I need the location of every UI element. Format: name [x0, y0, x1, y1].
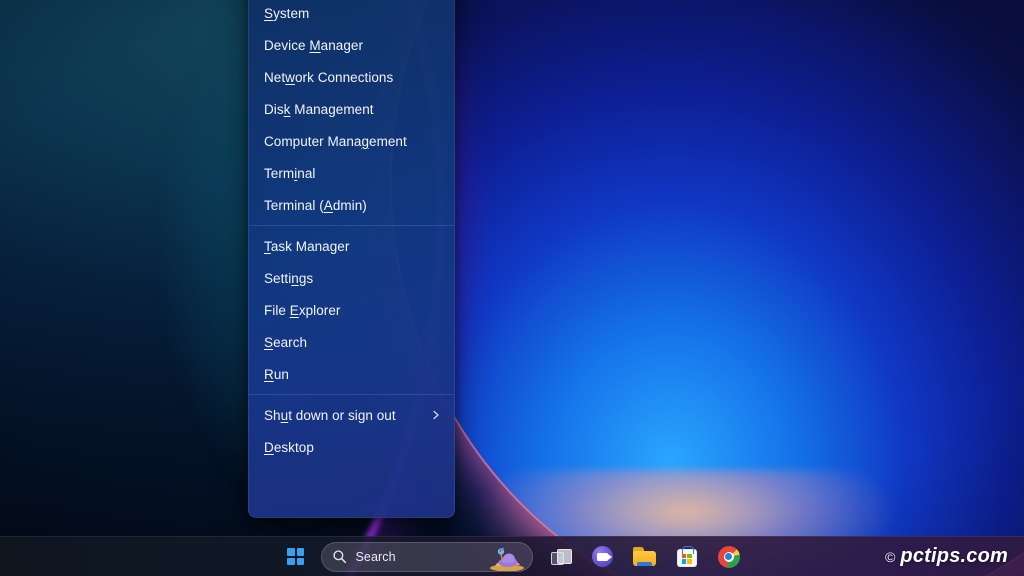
wallpaper-magenta-field: [420, 0, 1024, 576]
menu-item-label: Terminal (Admin): [264, 198, 442, 213]
menu-item-label: Disk Management: [264, 102, 442, 117]
start-button[interactable]: [275, 539, 317, 575]
menu-item-label: Device Manager: [264, 38, 442, 53]
menu-item-task-manager[interactable]: Task Manager: [249, 230, 454, 262]
menu-item-shut-down-or-sign-out[interactable]: Shut down or sign out: [249, 399, 454, 431]
desktop[interactable]: Power OptionsEvent ViewerSystemDevice Ma…: [0, 0, 1024, 576]
menu-item-terminal-admin[interactable]: Terminal (Admin): [249, 189, 454, 221]
menu-item-label: Computer Management: [264, 134, 442, 149]
menu-item-label: Task Manager: [264, 239, 442, 254]
menu-item-run[interactable]: Run: [249, 358, 454, 390]
menu-item-file-explorer[interactable]: File Explorer: [249, 294, 454, 326]
menu-separator: [249, 225, 454, 226]
menu-item-desktop[interactable]: Desktop: [249, 431, 454, 463]
winx-quick-link-menu[interactable]: Power OptionsEvent ViewerSystemDevice Ma…: [248, 0, 455, 518]
menu-item-label: Run: [264, 367, 442, 382]
teams-chat-icon: [592, 546, 613, 567]
wallpaper-blue-bloom-ellipse: [392, 0, 1024, 576]
copyright-symbol: ©: [885, 549, 896, 565]
windows-logo-icon: [287, 548, 304, 565]
menu-item-label: Network Connections: [264, 70, 442, 85]
file-explorer-icon: [633, 547, 656, 566]
menu-item-disk-management[interactable]: Disk Management: [249, 93, 454, 125]
taskbar-button-chrome[interactable]: [708, 539, 750, 575]
menu-item-label: Terminal: [264, 166, 442, 181]
watermark: © pctips.com: [885, 545, 1008, 568]
bing-wallpaper-art-icon: [484, 542, 528, 571]
watermark-text: pctips.com: [900, 545, 1008, 568]
search-input[interactable]: Search: [321, 542, 533, 572]
task-view-icon: [551, 549, 571, 565]
menu-separator: [249, 394, 454, 395]
menu-item-device-manager[interactable]: Device Manager: [249, 29, 454, 61]
menu-item-label: File Explorer: [264, 303, 442, 318]
microsoft-store-icon: [677, 546, 697, 567]
menu-item-terminal[interactable]: Terminal: [249, 157, 454, 189]
menu-item-search[interactable]: Search: [249, 326, 454, 358]
taskbar-button-file-explorer[interactable]: [624, 539, 666, 575]
menu-item-network-connections[interactable]: Network Connections: [249, 61, 454, 93]
taskbar-button-task-view[interactable]: [540, 539, 582, 575]
menu-item-label: Shut down or sign out: [264, 408, 422, 423]
search-icon: [332, 549, 347, 564]
menu-item-system[interactable]: System: [249, 0, 454, 29]
wallpaper-base-layer: [0, 0, 1024, 576]
menu-item-label: Settings: [264, 271, 442, 286]
menu-item-label: System: [264, 6, 442, 21]
menu-item-settings[interactable]: Settings: [249, 262, 454, 294]
chrome-icon: [718, 546, 740, 568]
menu-item-computer-management[interactable]: Computer Management: [249, 125, 454, 157]
menu-item-label: Desktop: [264, 440, 442, 455]
wallpaper-bloom-rim-glow: [392, 0, 1024, 576]
menu-item-label: Search: [264, 335, 442, 350]
taskbar-button-microsoft-store[interactable]: [666, 539, 708, 575]
chevron-right-icon: [430, 409, 442, 421]
taskbar-button-chat[interactable]: [582, 539, 624, 575]
wallpaper-vignette: [0, 0, 1024, 576]
taskbar[interactable]: Search: [0, 536, 1024, 576]
